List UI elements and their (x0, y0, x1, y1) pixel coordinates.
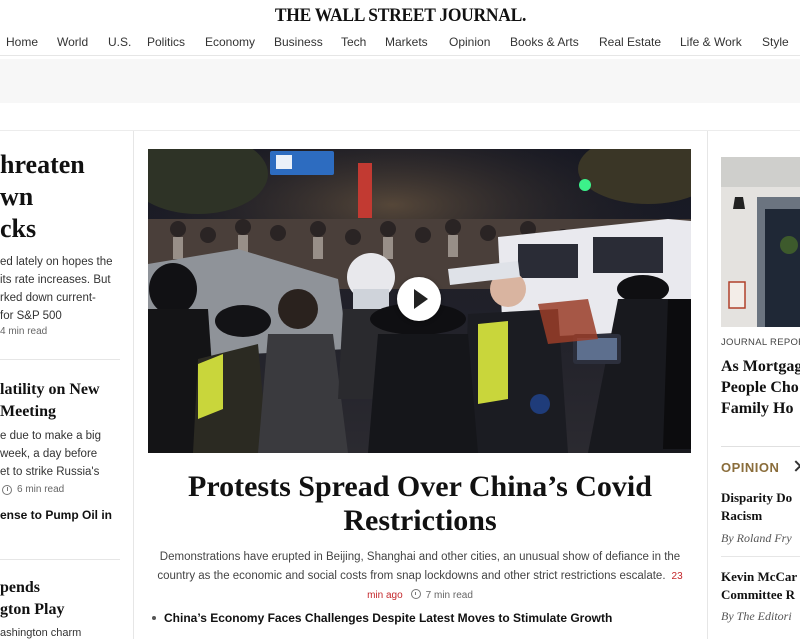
chevron-right-icon[interactable] (790, 460, 800, 472)
headline-line: Disparity Do (721, 490, 793, 505)
main-summary: Demonstrations have erupted in Beijing, … (150, 548, 690, 605)
nav-markets[interactable]: Markets (385, 35, 428, 49)
nav-books-arts[interactable]: Books & Arts (510, 35, 579, 49)
headline-line: People Cho (721, 379, 799, 396)
opinion-headline-2[interactable]: Kevin McCar Committee R (721, 568, 797, 604)
right-headline[interactable]: As Mortgag People Cho Family Ho (721, 356, 800, 419)
nav-style[interactable]: Style (762, 35, 789, 49)
read-time-row: 7 min read (410, 589, 473, 601)
section-kicker: JOURNAL REPORTS (721, 337, 800, 348)
related-link-text: China’s Economy Faces Challenges Despite… (164, 611, 613, 625)
nav-home[interactable]: Home (6, 35, 38, 49)
byline: By The Editori (721, 609, 792, 623)
wsj-logo[interactable]: THE WALL STREET JOURNAL. (274, 5, 525, 27)
nav-world[interactable]: World (57, 35, 88, 49)
nav-life-work[interactable]: Life & Work (680, 35, 742, 49)
nav-business[interactable]: Business (274, 35, 323, 49)
opinion-headline-1[interactable]: Disparity Do Racism (721, 489, 792, 525)
nav-politics[interactable]: Politics (147, 35, 185, 49)
opinion-section-label[interactable]: OPINION (721, 460, 779, 475)
clock-icon (2, 484, 12, 495)
headline-line: hreaten (0, 150, 85, 179)
byline: By Roland Fry (721, 531, 792, 545)
headline-line: As Mortgag (721, 358, 800, 375)
headline-line: wn (0, 182, 34, 211)
divider (0, 559, 120, 560)
summary-line: et to strike Russia's (0, 466, 100, 478)
nav-opinion[interactable]: Opinion (449, 35, 490, 49)
main-nav: Home World U.S. Politics Economy Busines… (0, 30, 800, 56)
play-icon[interactable] (397, 277, 441, 321)
masthead: THE WALL STREET JOURNAL. (0, 0, 800, 30)
nav-us[interactable]: U.S. (108, 35, 131, 49)
summary-line: rked down current- (0, 292, 96, 304)
read-time: 6 min read (17, 484, 65, 495)
divider (0, 359, 120, 360)
left-headline-3[interactable]: pends gton Play (0, 577, 64, 621)
headline-line: Committee R (721, 587, 795, 602)
left-summary-2: e due to make a big week, a day before e… (0, 427, 101, 481)
summary-line: its rate increases. But (0, 274, 111, 286)
nav-tech[interactable]: Tech (341, 35, 366, 49)
summary-line: ed lately on hopes the (0, 256, 113, 268)
headline-line: Kevin McCar (721, 569, 798, 584)
headline-line: Racism (721, 508, 763, 523)
headline-line: Meeting (0, 403, 56, 420)
headline-line: gton Play (0, 601, 65, 618)
bullet-icon (152, 616, 156, 620)
left-headline-2[interactable]: latility on New Meeting (0, 379, 100, 423)
nav-real-estate[interactable]: Real Estate (599, 35, 661, 49)
headline-line: pends (0, 579, 41, 596)
read-time: 7 min read (425, 590, 473, 601)
summary-text: Demonstrations have erupted in Beijing, … (157, 551, 681, 582)
headline-line: cks (0, 214, 37, 243)
left-link[interactable]: ense to Pump Oil in (0, 508, 112, 522)
left-summary-3: ashington charm (0, 627, 82, 639)
clock-icon (410, 589, 421, 599)
summary-line: for S&P 500 (0, 310, 62, 322)
divider (721, 446, 800, 447)
headline-line: Family Ho (721, 400, 794, 417)
left-headline-1[interactable]: hreaten wn cks (0, 149, 133, 245)
read-time: 4 min read (0, 326, 48, 337)
hero-video[interactable] (148, 149, 691, 453)
divider (721, 556, 800, 557)
summary-line: e due to make a big (0, 430, 102, 442)
house-photo[interactable] (721, 157, 800, 327)
left-summary-1: ed lately on hopes the its rate increase… (0, 253, 130, 325)
main-headline[interactable]: Protests Spread Over China’s Covid Restr… (150, 470, 690, 538)
related-link[interactable]: China’s Economy Faces Challenges Despite… (152, 611, 612, 625)
ad-banner (0, 59, 800, 103)
left-column: hreaten wn cks ed lately on hopes the it… (0, 131, 134, 639)
nav-economy[interactable]: Economy (205, 35, 255, 49)
house-image (721, 157, 800, 327)
summary-line: week, a day before (0, 448, 98, 460)
headline-line: latility on New (0, 381, 100, 398)
read-time-row: 6 min read (2, 484, 64, 495)
right-column: JOURNAL REPORTS As Mortgag People Cho Fa… (707, 131, 800, 639)
